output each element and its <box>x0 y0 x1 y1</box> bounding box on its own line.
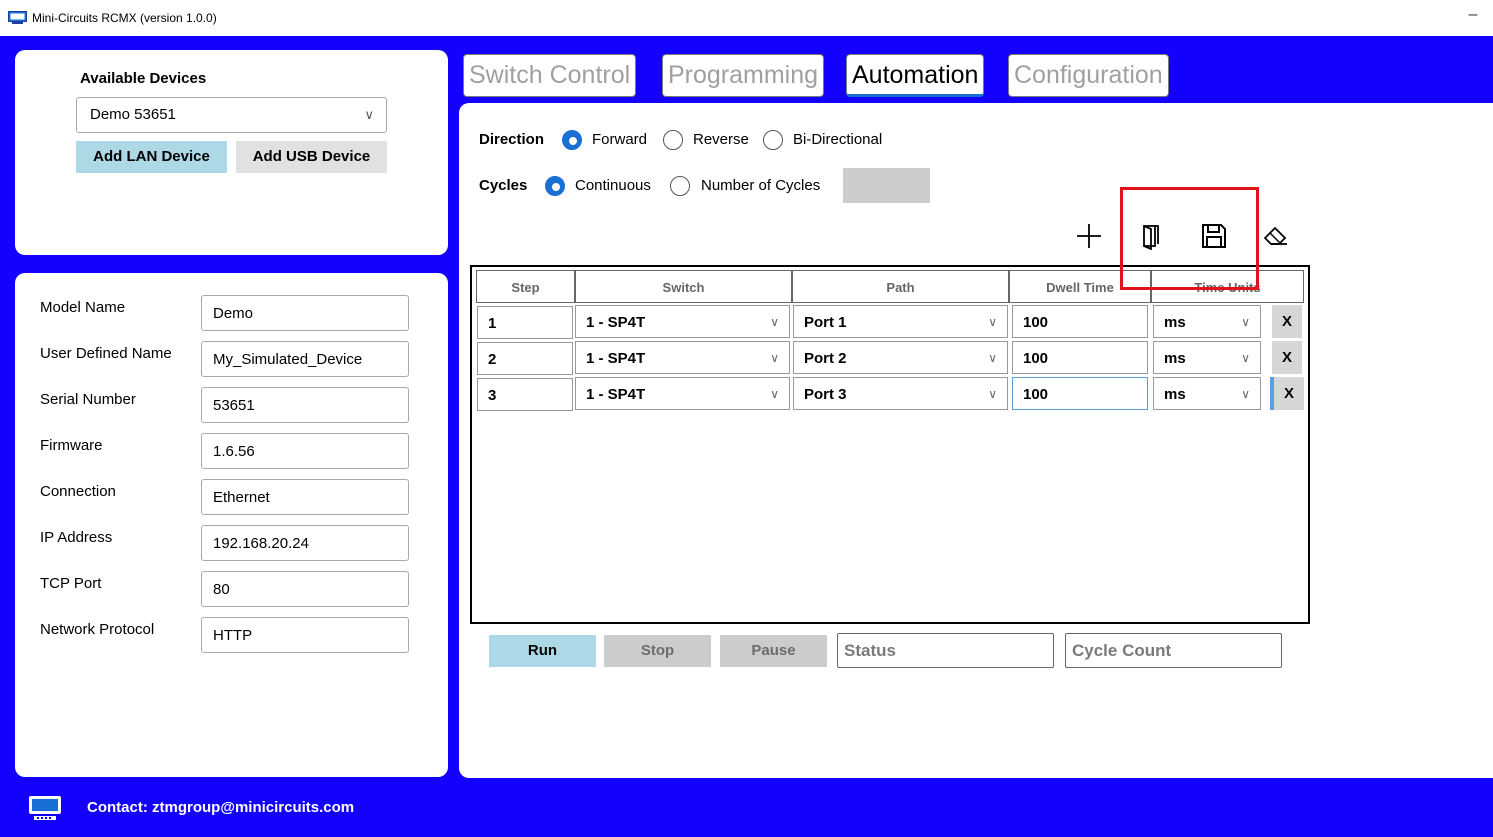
tab-programming[interactable]: Programming <box>662 54 825 97</box>
row3-switch-select[interactable]: 1 - SP4T ∨ <box>575 377 790 410</box>
chevron-down-icon: ∨ <box>988 351 997 365</box>
row3-units-value: ms <box>1164 386 1186 403</box>
add-usb-device-button[interactable]: Add USB Device <box>236 141 387 173</box>
clear-eraser-icon[interactable] <box>1261 222 1289 250</box>
cycles-continuous-label: Continuous <box>575 177 651 194</box>
row2-step: 2 <box>477 342 573 375</box>
row1-units-value: ms <box>1164 314 1186 331</box>
row3-dwell-input[interactable]: 100 <box>1012 377 1148 410</box>
model-name-label: Model Name <box>40 299 126 316</box>
row2-units-value: ms <box>1164 350 1186 367</box>
firmware-field[interactable]: 1.6.56 <box>201 433 409 469</box>
cycle-count-field: Cycle Count <box>1065 633 1282 668</box>
tcp-port-field[interactable]: 80 <box>201 571 409 607</box>
row2-switch-select[interactable]: 1 - SP4T ∨ <box>575 341 790 374</box>
toolbar-highlight-box <box>1120 187 1259 290</box>
cycles-continuous-radio[interactable] <box>545 176 565 196</box>
row1-switch-select[interactable]: 1 - SP4T ∨ <box>575 305 790 338</box>
row1-path-select[interactable]: Port 1 ∨ <box>793 305 1008 338</box>
available-devices-heading: Available Devices <box>80 70 207 87</box>
direction-forward-label: Forward <box>592 131 648 148</box>
row2-switch-value: 1 - SP4T <box>586 350 646 367</box>
serial-number-field[interactable]: 53651 <box>201 387 409 423</box>
row1-step: 1 <box>477 306 573 339</box>
row2-path-select[interactable]: Port 2 ∨ <box>793 341 1008 374</box>
device-select[interactable]: Demo 53651 ∨ <box>76 97 387 133</box>
stop-button[interactable]: Stop <box>604 635 711 667</box>
direction-bidirectional-radio[interactable] <box>763 130 783 150</box>
row3-units-select[interactable]: ms ∨ <box>1153 377 1261 410</box>
row2-dwell-input[interactable]: 100 <box>1012 341 1148 374</box>
header-switch: Switch <box>575 270 792 303</box>
user-defined-name-label: User Defined Name <box>40 345 172 362</box>
cycles-number-radio[interactable] <box>670 176 690 196</box>
direction-bidirectional-label: Bi-Directional <box>793 131 883 148</box>
add-lan-device-button[interactable]: Add LAN Device <box>76 141 227 173</box>
tcp-port-label: TCP Port <box>40 575 102 592</box>
number-of-cycles-input[interactable] <box>843 168 930 203</box>
window-title: Mini-Circuits RCMX (version 1.0.0) <box>32 11 217 25</box>
row3-step: 3 <box>477 378 573 411</box>
row1-units-select[interactable]: ms ∨ <box>1153 305 1261 338</box>
pause-button[interactable]: Pause <box>720 635 827 667</box>
row1-delete-button[interactable]: X <box>1272 305 1302 338</box>
minimize-button[interactable]: – <box>1463 6 1483 24</box>
network-protocol-field[interactable]: HTTP <box>201 617 409 653</box>
header-step: Step <box>476 270 575 303</box>
chevron-down-icon: ∨ <box>770 315 779 329</box>
network-protocol-label: Network Protocol <box>40 621 155 638</box>
chevron-down-icon: ∨ <box>988 387 997 401</box>
direction-reverse-label: Reverse <box>693 131 749 148</box>
run-button[interactable]: Run <box>489 635 596 667</box>
row2-units-select[interactable]: ms ∨ <box>1153 341 1261 374</box>
chevron-down-icon: ∨ <box>364 107 374 122</box>
row3-path-select[interactable]: Port 3 ∨ <box>793 377 1008 410</box>
user-defined-name-field[interactable]: My_Simulated_Device <box>201 341 409 377</box>
row3-delete-button[interactable]: X <box>1270 377 1304 410</box>
connection-label: Connection <box>40 483 116 500</box>
app-monitor-icon <box>8 11 27 24</box>
row2-delete-button[interactable]: X <box>1272 341 1302 374</box>
tab-configuration[interactable]: Configuration <box>1008 54 1169 97</box>
cycles-number-label: Number of Cycles <box>701 177 821 194</box>
chevron-down-icon: ∨ <box>770 351 779 365</box>
row1-dwell-input[interactable]: 100 <box>1012 305 1148 338</box>
firmware-label: Firmware <box>40 437 103 454</box>
cycles-label: Cycles <box>479 177 528 194</box>
direction-forward-radio[interactable] <box>562 130 582 150</box>
title-bar: Mini-Circuits RCMX (version 1.0.0) – <box>0 0 1493 36</box>
device-select-value: Demo 53651 <box>90 106 176 123</box>
chevron-down-icon: ∨ <box>1241 387 1250 401</box>
chevron-down-icon: ∨ <box>770 387 779 401</box>
chevron-down-icon: ∨ <box>988 315 997 329</box>
chevron-down-icon: ∨ <box>1241 351 1250 365</box>
minicircuits-logo-icon <box>29 796 61 820</box>
tab-switch-control[interactable]: Switch Control <box>463 54 637 97</box>
header-path: Path <box>792 270 1009 303</box>
row3-path-value: Port 3 <box>804 386 847 403</box>
model-name-field[interactable]: Demo <box>201 295 409 331</box>
row3-switch-value: 1 - SP4T <box>586 386 646 403</box>
contact-email[interactable]: Contact: ztmgroup@minicircuits.com <box>87 799 354 816</box>
row2-path-value: Port 2 <box>804 350 847 367</box>
status-field: Status <box>837 633 1054 668</box>
tab-automation[interactable]: Automation <box>846 54 985 97</box>
direction-reverse-radio[interactable] <box>663 130 683 150</box>
add-step-icon[interactable] <box>1075 222 1103 250</box>
row1-path-value: Port 1 <box>804 314 847 331</box>
direction-label: Direction <box>479 131 545 148</box>
ip-address-label: IP Address <box>40 529 113 546</box>
ip-address-field[interactable]: 192.168.20.24 <box>201 525 409 561</box>
serial-number-label: Serial Number <box>40 391 136 408</box>
connection-field[interactable]: Ethernet <box>201 479 409 515</box>
chevron-down-icon: ∨ <box>1241 315 1250 329</box>
row1-switch-value: 1 - SP4T <box>586 314 646 331</box>
